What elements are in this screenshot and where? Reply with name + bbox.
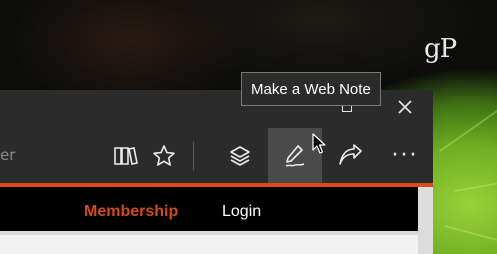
page-content-area	[0, 231, 418, 254]
leaf-vein	[444, 225, 497, 243]
leaf-vein	[439, 110, 497, 152]
page-divider	[0, 231, 418, 235]
favorites-button[interactable]	[146, 128, 182, 183]
nav-link-membership[interactable]: Membership	[84, 203, 178, 221]
web-page: Membership Login	[0, 187, 418, 254]
close-window-icon[interactable]	[397, 99, 413, 115]
share-button[interactable]	[332, 128, 368, 183]
favorites-star-icon	[153, 144, 175, 166]
nav-link-login[interactable]: Login	[222, 203, 261, 221]
leaf-vein	[454, 179, 497, 192]
browser-window: er ··· Membership Login	[0, 90, 433, 254]
web-note-tooltip: Make a Web Note	[241, 72, 381, 106]
hub-icon	[230, 145, 250, 166]
mouse-cursor-icon	[312, 133, 326, 154]
browser-toolbar: er ···	[0, 128, 433, 183]
web-note-pen-icon	[285, 144, 305, 167]
reading-view-icon	[114, 146, 138, 165]
more-icon: ···	[391, 142, 419, 168]
toolbar-separator	[193, 142, 194, 170]
reading-view-button[interactable]	[108, 128, 144, 183]
vertical-scrollbar[interactable]	[418, 187, 433, 254]
hub-button[interactable]	[222, 128, 258, 183]
address-bar-text[interactable]: er	[0, 146, 15, 164]
groovypost-logo: gP	[424, 34, 457, 64]
more-button[interactable]: ···	[387, 128, 423, 183]
share-icon	[339, 143, 362, 165]
